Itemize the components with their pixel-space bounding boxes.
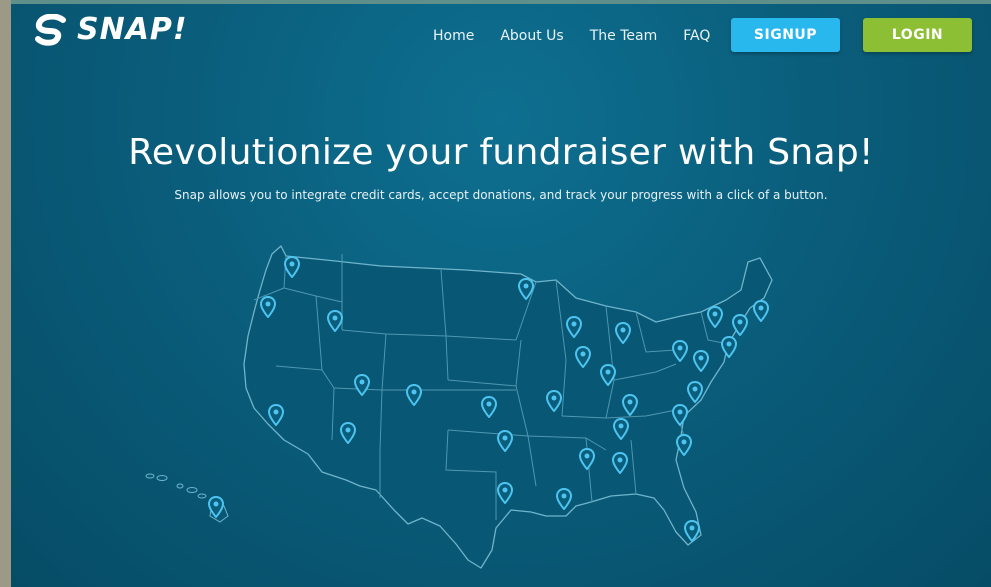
top-strip [11,0,991,4]
nav-about-us[interactable]: About Us [500,28,563,44]
snap-logo-icon [35,13,66,46]
us-outline [243,245,773,569]
logo[interactable]: SNAP! [33,12,188,47]
main-nav: Home About Us The Team FAQ [433,28,710,44]
nav-faq[interactable]: FAQ [683,28,710,44]
signup-button[interactable]: SIGNUP [731,18,840,52]
brand-name: SNAP! [77,12,188,47]
hero-subtitle: Snap allows you to integrate credit card… [174,188,828,202]
nav-the-team[interactable]: The Team [590,28,658,44]
us-map-icon [145,245,773,569]
page-frame: SNAP! Home About Us The Team FAQ SIGNUP … [11,0,991,587]
login-button[interactable]: LOGIN [863,18,972,52]
hero-title: Revolutionize your fundraiser with Snap! [128,132,874,173]
nav-home[interactable]: Home [433,28,474,44]
